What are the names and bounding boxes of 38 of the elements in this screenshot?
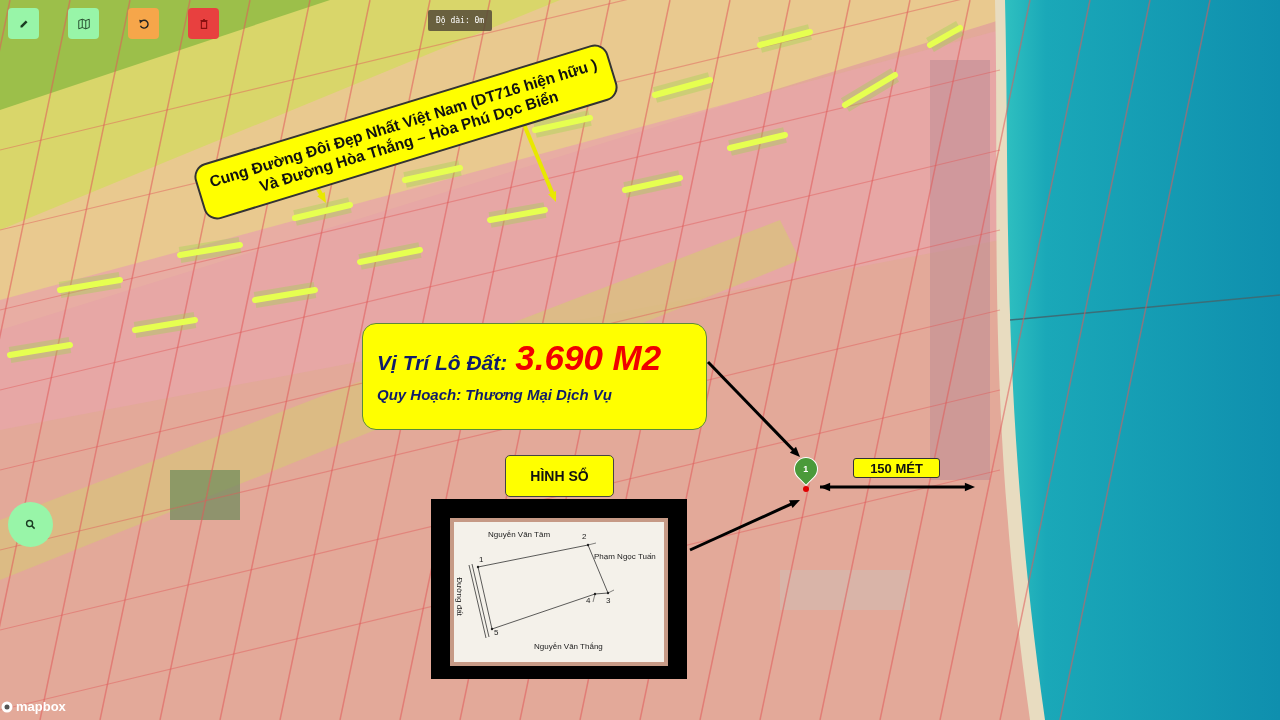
logo-icon (1, 700, 13, 713)
street-label: Phạm Ngọc Tuấn (594, 552, 656, 561)
road-highlight (252, 282, 318, 308)
road-highlight (652, 72, 713, 103)
lot-area: 3.690 M2 (515, 338, 662, 378)
plan-title: HÌNH SỔ (505, 455, 614, 497)
delete-button[interactable] (188, 8, 219, 39)
road-highlight (840, 68, 900, 112)
road-highlight (727, 127, 788, 156)
road-highlight (7, 337, 73, 363)
map-icon (76, 16, 91, 31)
undo-button[interactable] (128, 8, 159, 39)
attribution-text: mapbox (16, 699, 66, 714)
distance-readout: Độ dài: 0m (428, 10, 493, 31)
road-highlight (357, 242, 423, 270)
road-highlight (622, 170, 683, 198)
road-highlight (757, 24, 813, 53)
draw-button[interactable] (8, 8, 39, 39)
road-highlight (132, 312, 198, 338)
road-highlight (487, 202, 548, 228)
point-number: 2 (582, 532, 587, 541)
street-label: Nguyễn Văn Tâm (488, 530, 551, 539)
street-label: Đường đất (454, 577, 464, 616)
search-icon (25, 519, 36, 530)
street-label: Nguyễn Văn Thắng (534, 642, 603, 651)
road-highlight (926, 21, 964, 52)
point-number: 1 (479, 555, 484, 564)
point-number: 4 (586, 596, 591, 605)
location-dot (803, 486, 809, 492)
road-highlight (57, 272, 123, 298)
map-button[interactable] (68, 8, 99, 39)
lot-title: Vị Trí Lô Đất: (377, 351, 508, 375)
zoning-text: Quy Hoạch: Thương Mại Dịch Vụ (377, 386, 613, 403)
road-highlight (177, 237, 243, 263)
attribution-link[interactable]: mapbox (1, 699, 66, 714)
point-number: 3 (606, 596, 611, 605)
point-number: 5 (494, 628, 499, 637)
distance-label: 150 MÉT (853, 458, 940, 478)
